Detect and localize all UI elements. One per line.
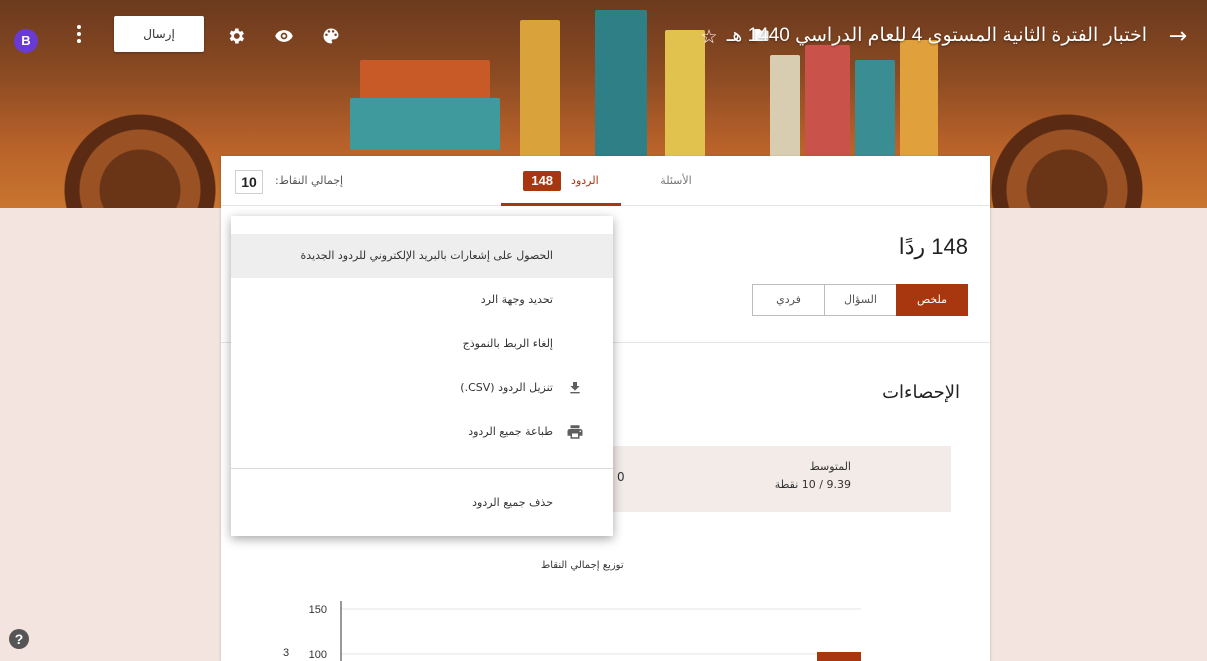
- tab-responses-label: الردود: [571, 174, 599, 187]
- menu-item-delete-all[interactable]: حذف جميع الردود: [231, 481, 613, 525]
- view-segmented-control: ملخص السؤال فردي: [752, 284, 968, 316]
- average-value: 9.39 / 10 نقطة: [774, 478, 851, 491]
- more-vert-icon[interactable]: [72, 22, 86, 46]
- total-points-value: 10: [235, 170, 263, 194]
- stat-value: 0: [617, 470, 625, 484]
- segment-summary[interactable]: ملخص: [896, 284, 968, 316]
- help-icon[interactable]: ?: [9, 629, 29, 649]
- palette-icon[interactable]: [320, 26, 342, 48]
- menu-item-label: حذف جميع الردود: [472, 496, 553, 509]
- menu-divider: [231, 468, 613, 469]
- tab-questions[interactable]: الأسئلة: [646, 156, 706, 206]
- y-axis-label: 3: [283, 647, 289, 659]
- menu-item-select-destination[interactable]: تحديد وجهة الرد: [231, 278, 613, 322]
- print-icon: [565, 410, 585, 458]
- top-app-bar: B إرسال ☆ اختبار الفترة الثانية المستوى …: [0, 0, 1207, 80]
- menu-item-label: تنزيل الردود (CSV.): [460, 381, 553, 394]
- responses-options-menu: الحصول على إشعارات بالبريد الإلكتروني لل…: [231, 216, 613, 536]
- menu-item-print-all[interactable]: طباعة جميع الردود: [231, 410, 613, 454]
- y-tick-label: 150: [309, 604, 327, 616]
- statistics-box: المتوسط 9.39 / 10 نقطة 0: [561, 446, 951, 512]
- responses-count-badge: 148: [523, 171, 562, 191]
- download-icon: [565, 366, 585, 414]
- send-button[interactable]: إرسال: [114, 16, 204, 52]
- menu-item-download-csv[interactable]: تنزيل الردود (CSV.): [231, 366, 613, 410]
- y-tick-label: 100: [309, 649, 327, 661]
- account-avatar[interactable]: B: [14, 29, 38, 53]
- menu-item-label: إلغاء الربط بالنموذج: [462, 337, 553, 350]
- points-distribution-chart: 150 100 3: [283, 601, 861, 661]
- menu-item-label: طباعة جميع الردود: [468, 425, 553, 438]
- gear-icon[interactable]: [225, 26, 247, 48]
- back-arrow-icon[interactable]: →: [1169, 24, 1187, 49]
- total-points-label: إجمالي النقاط:: [275, 174, 344, 187]
- tab-responses[interactable]: 148 الردود: [501, 156, 621, 206]
- menu-item-email-notifications[interactable]: الحصول على إشعارات بالبريد الإلكتروني لل…: [231, 234, 613, 278]
- statistics-heading: الإحصاءات: [882, 382, 960, 402]
- menu-item-label: الحصول على إشعارات بالبريد الإلكتروني لل…: [300, 249, 553, 262]
- menu-item-unlink-form[interactable]: إلغاء الربط بالنموذج: [231, 322, 613, 366]
- segment-question[interactable]: السؤال: [824, 284, 896, 316]
- average-label: المتوسط: [809, 460, 851, 473]
- chart-title: توزيع إجمالي النقاط: [541, 560, 624, 571]
- banner-book: [350, 98, 500, 150]
- star-icon[interactable]: ☆: [698, 26, 720, 48]
- chart-bar: [817, 652, 861, 661]
- menu-item-label: تحديد وجهة الرد: [480, 293, 553, 306]
- eye-icon[interactable]: [273, 26, 295, 48]
- form-title[interactable]: اختبار الفترة الثانية المستوى 4 للعام ال…: [727, 24, 1147, 47]
- segment-individual[interactable]: فردي: [752, 284, 824, 316]
- response-count-heading: 148 ردًا: [898, 234, 968, 259]
- tab-bar: 10 إجمالي النقاط: 148 الردود الأسئلة: [221, 156, 990, 206]
